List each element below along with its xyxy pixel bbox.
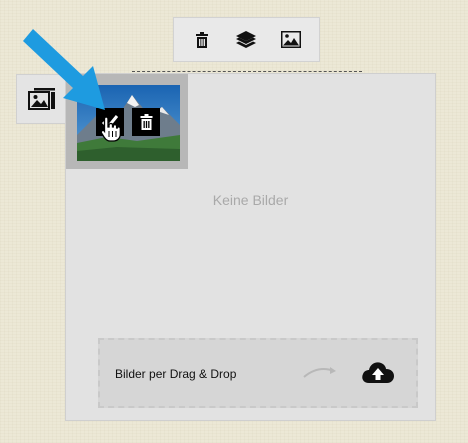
mountain-photo xyxy=(77,85,180,161)
curved-arrow-icon xyxy=(303,367,336,378)
checkmark-icon xyxy=(101,115,119,130)
gallery-tab[interactable] xyxy=(16,74,66,124)
delete-image-button[interactable] xyxy=(132,108,160,136)
layers-button[interactable] xyxy=(228,22,264,58)
image-button[interactable] xyxy=(273,22,309,58)
trash-icon xyxy=(196,31,209,48)
drag-guide-line xyxy=(132,71,362,72)
trash-icon xyxy=(140,114,152,130)
cloud-upload-icon xyxy=(362,362,394,383)
gallery-panel: Keine Bilder Bilder per Drag & Drop xyxy=(65,73,436,421)
select-image-button[interactable] xyxy=(96,108,124,136)
drag-drop-zone[interactable]: Bilder per Drag & Drop xyxy=(98,338,418,408)
delete-button[interactable] xyxy=(184,22,220,58)
upload-button[interactable] xyxy=(360,359,400,387)
image-icon xyxy=(280,31,301,48)
thumbnail-frame[interactable] xyxy=(66,74,188,169)
thumbnail-image[interactable] xyxy=(77,85,180,161)
empty-gallery-text: Keine Bilder xyxy=(212,192,289,208)
dropzone-label: Bilder per Drag & Drop xyxy=(115,367,237,381)
layers-icon xyxy=(236,30,257,48)
image-toolbar xyxy=(173,17,320,62)
image-stack-icon xyxy=(27,88,55,110)
